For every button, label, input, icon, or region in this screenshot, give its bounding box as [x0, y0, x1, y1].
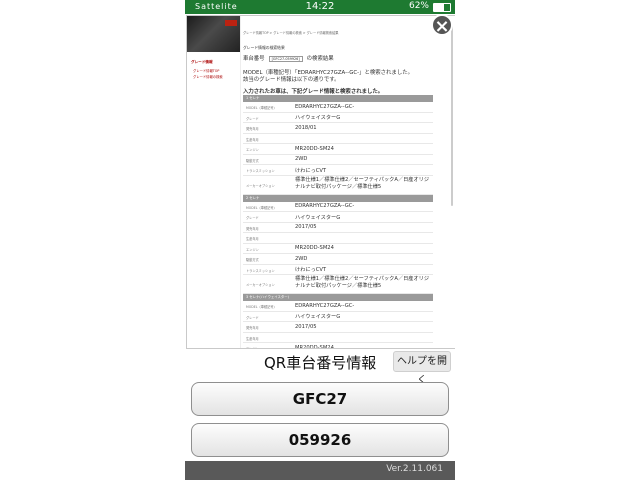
table-row: 生産年月: [243, 134, 433, 144]
row-value: EDRARHYC27GZA--GC-: [295, 302, 355, 309]
result-section-header: 2 セレナ: [243, 194, 433, 202]
row-value: ハイウェイスターG: [295, 314, 341, 320]
row-value: 標準仕様1／標準仕様2／セーフティパックA／日産オリジナルナビ取付パッケージ／標…: [295, 176, 430, 190]
row-value: ハイウェイスターG: [295, 214, 341, 221]
sidebar-link-top[interactable]: グレード情報TOP: [193, 68, 219, 73]
status-bar: Sattelite 14:22 62%: [185, 0, 455, 14]
vin-value: [GFC27-059926]: [268, 56, 303, 62]
row-key: MODEL（車種記号）: [246, 305, 277, 309]
table-row: 発売年月 2017/05: [243, 322, 433, 333]
row-key: エンジン: [246, 347, 259, 349]
help-button[interactable]: ヘルプを開く: [393, 351, 451, 386]
row-value: 2017/05: [295, 323, 317, 330]
table-row: MODEL（車種記号） EDRARHYC27GZA--GC-: [243, 301, 433, 312]
row-key: 発売年月: [246, 326, 259, 330]
row-value: 2WD: [295, 255, 308, 262]
table-row: グレード ハイウェイスターG: [243, 113, 433, 123]
table-row: MODEL（車種記号） EDRARHYC27GZA--GC-: [243, 102, 433, 113]
car-interior-image: [187, 16, 240, 52]
vin-suffix: の検索結果: [306, 56, 334, 62]
table-row: 生産年月: [243, 233, 433, 244]
row-key: トランスミッション: [246, 169, 275, 173]
table-row: メーカーオプション 標準仕様1／標準仕様2／セーフティパックA／日産オリジナルナビ…: [243, 275, 433, 294]
qr-title: QR車台番号情報: [264, 354, 377, 372]
row-value: ハイウェイスターG: [295, 115, 341, 121]
row-value: MR20DD-SM24: [295, 344, 334, 349]
brand-logo: [225, 20, 237, 26]
model-code-button[interactable]: GFC27: [191, 382, 449, 416]
sidebar-heading: グレード情報: [191, 60, 213, 64]
close-icon[interactable]: ×: [431, 14, 453, 37]
version-label: Ver.2.11.061: [386, 464, 443, 474]
table-row: エンジン MR20DD-SM24: [243, 343, 433, 349]
modal-sidebar: グレード情報 グレード情報TOP グレード情報の検索: [187, 16, 241, 348]
table-row: エンジン MR20DD-SM24: [243, 244, 433, 254]
row-value: 2017/05: [295, 224, 317, 230]
table-row: メーカーオプション 標準仕様1／標準仕様2／セーフティパックA／日産オリジナルナビ…: [243, 176, 433, 195]
row-value: EDRARHYC27GZA--GC-: [295, 203, 355, 209]
table-row: MODEL（車種記号） EDRARHYC27GZA--GC-: [243, 202, 433, 212]
result-section-header: 3 セレナ(ハイウェイスター): [243, 294, 433, 301]
table-row: 生産年月: [243, 333, 433, 343]
modal-content: グレード情報TOP > グレード情報の検索 > グレード情報検索結果 グレード情…: [243, 16, 455, 348]
grade-count-line: 該当のグレード情報は以下の通りです。: [243, 77, 340, 83]
grade-results-table: 1 セレナ MODEL（車種記号） EDRARHYC27GZA--GC- グレード ハイ…: [243, 95, 433, 349]
footer-bar: Ver.2.11.061: [185, 461, 455, 480]
table-row: トランスミッション けわにっCVT: [243, 265, 433, 275]
row-value: EDRARHYC27GZA--GC-: [295, 103, 355, 110]
battery-percent: 62%: [408, 1, 429, 11]
row-key: メーカーオプション: [246, 183, 275, 188]
row-key: 駆動方式: [246, 158, 259, 163]
row-key: 生産年月: [246, 237, 259, 241]
row-value: 2018/01: [295, 124, 317, 131]
row-value: 標準仕様1／標準仕様2／セーフティパックA／日産オリジナルナビ取付パッケージ／標…: [295, 276, 430, 289]
table-row: トランスミッション けわにっCVT: [243, 165, 433, 176]
row-key: MODEL（車種記号）: [246, 106, 277, 110]
row-key: メーカーオプション: [246, 283, 275, 287]
row-key: エンジン: [246, 247, 259, 252]
table-row: 駆動方式 2WD: [243, 155, 433, 165]
modal-scrollbar[interactable]: [451, 26, 453, 206]
row-key: グレード: [246, 315, 259, 320]
vin-label: 車台番号: [243, 56, 265, 62]
search-result-line: 入力されたお車は、下記グレード情報と検索されました。: [243, 89, 384, 95]
row-value: MR20DD-SM24: [295, 245, 334, 251]
result-section-header: 1 セレナ: [243, 95, 433, 102]
row-key: MODEL（車種記号）: [246, 205, 277, 210]
table-row: 発売年月 2017/05: [243, 223, 433, 233]
table-row: グレード ハイウェイスターG: [243, 212, 433, 223]
row-key: 発売年月: [246, 127, 259, 131]
table-row: エンジン MR20DD-SM24: [243, 144, 433, 155]
page-title: グレード情報の検索結果: [243, 45, 285, 50]
row-key: 駆動方式: [246, 258, 259, 262]
row-value: 2WD: [295, 156, 308, 162]
row-key: 生産年月: [246, 137, 259, 142]
vin-line: 車台番号 [GFC27-059926] の検索結果: [243, 54, 334, 62]
sidebar-link-search[interactable]: グレード情報の検索: [193, 74, 223, 79]
breadcrumb[interactable]: グレード情報TOP > グレード情報の検索 > グレード情報検索結果: [243, 30, 338, 35]
row-key: グレード: [246, 116, 259, 121]
row-key: グレード: [246, 216, 259, 220]
row-value: MR20DD-SM24: [295, 145, 334, 152]
serial-number-button[interactable]: 059926: [191, 423, 449, 457]
row-key: エンジン: [246, 148, 259, 152]
row-key: 発売年月: [246, 226, 259, 231]
row-key: トランスミッション: [246, 268, 275, 273]
table-row: 駆動方式 2WD: [243, 254, 433, 265]
battery-icon: [433, 3, 451, 12]
row-value: けわにっCVT: [295, 267, 327, 273]
table-row: 発売年月 2018/01: [243, 123, 433, 134]
grade-info-modal: グレード情報 グレード情報TOP グレード情報の検索 グレード情報TOP > グ…: [186, 15, 455, 349]
row-key: 生産年月: [246, 336, 259, 341]
table-row: グレード ハイウェイスターG: [243, 312, 433, 322]
row-value: けわにっCVT: [295, 167, 327, 174]
